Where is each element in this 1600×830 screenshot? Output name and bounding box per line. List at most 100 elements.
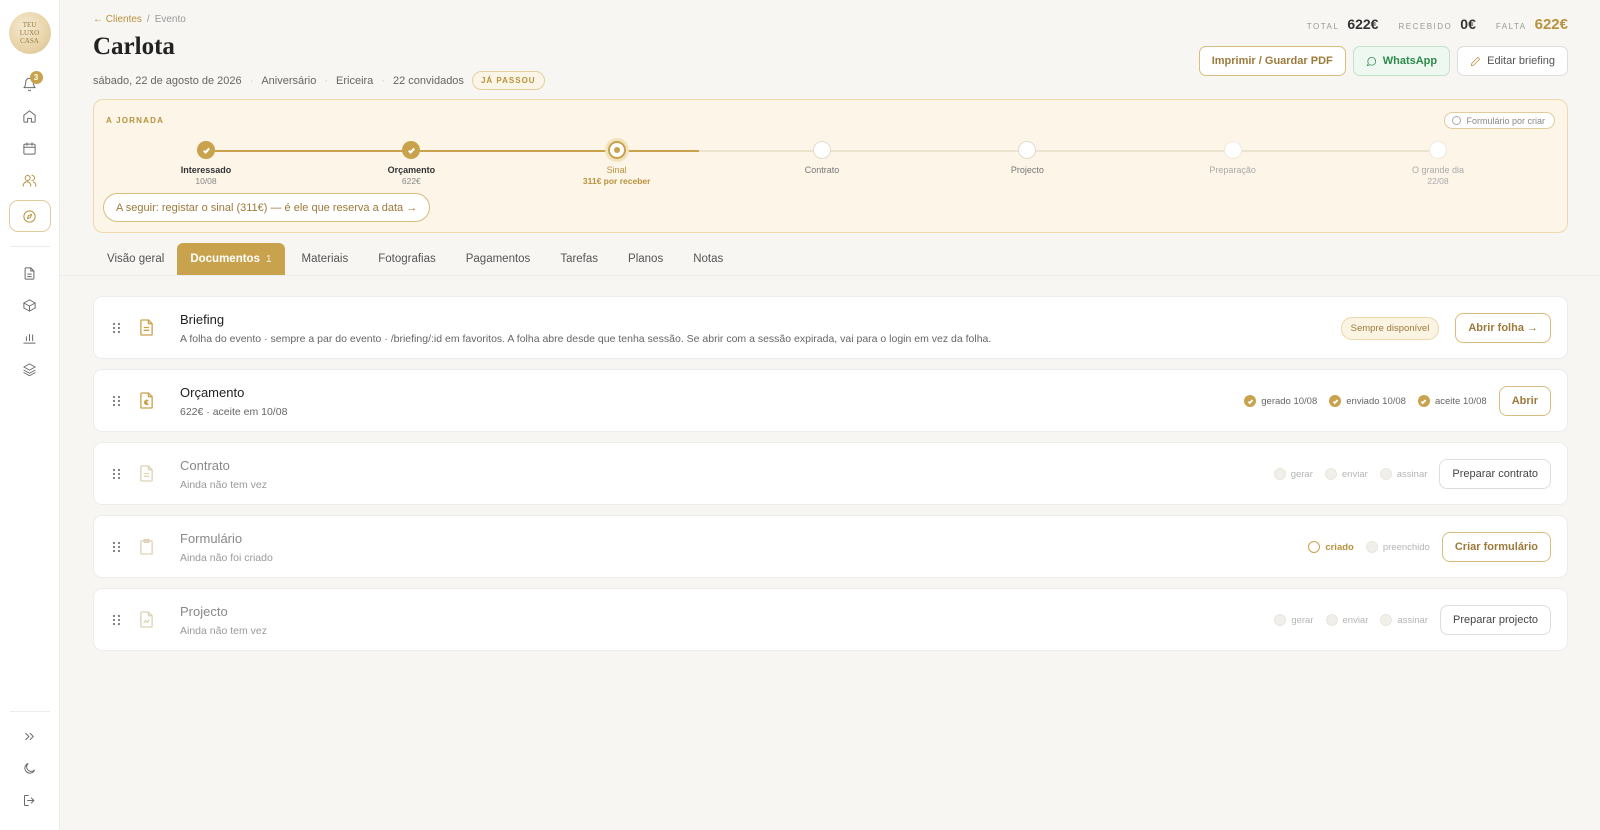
event-guests: 22 convidados (392, 74, 464, 87)
circle-icon (1308, 541, 1321, 553)
tab-documentos[interactable]: Documentos 1 (177, 243, 285, 275)
document-subtitle: Ainda não tem vez (180, 625, 267, 637)
step-label: gerar (1291, 614, 1314, 626)
print-pdf-button[interactable]: Imprimir / Guardar PDF (1198, 46, 1346, 76)
print-pdf-label: Imprimir / Guardar PDF (1211, 55, 1333, 67)
meta-dot: · (249, 74, 254, 87)
step-label: assinar (1397, 614, 1428, 626)
journey-step-7[interactable]: O grande dia 22/08 (1368, 141, 1508, 186)
document-title: Briefing (180, 312, 225, 327)
tab-count: 1 (265, 253, 272, 265)
compass-icon (23, 209, 36, 223)
sidebar: TEU LUXO CASA 3 (0, 0, 60, 830)
tab-bar: Visão geral Documentos 1 Materiais Fotografi… (60, 243, 1600, 276)
tab-tarefas[interactable]: Tarefas (560, 243, 598, 275)
document-icon (139, 319, 154, 336)
form-status-pill[interactable]: Formulário por criar (1444, 112, 1555, 129)
nav-reports[interactable] (12, 322, 48, 352)
step-send: enviar (1324, 468, 1368, 480)
received-value: 0€ (1460, 16, 1476, 32)
main-content: ← Clientes / Evento Carlota sábado, 22 d… (60, 0, 1600, 830)
document-subtitle: 622€ · aceite em 10/08 (180, 406, 288, 418)
document-title: Projecto (180, 604, 228, 619)
chart-icon (23, 333, 36, 344)
breadcrumb-separator: / (146, 14, 150, 25)
layers-icon (23, 362, 36, 376)
empty-circle-icon (1273, 468, 1286, 480)
step-filled: preenchido (1365, 541, 1430, 553)
brand-logo[interactable]: TEU LUXO CASA (8, 12, 51, 54)
total-label: TOTAL (1306, 22, 1340, 31)
euro-document-icon (139, 392, 154, 409)
edit-briefing-button[interactable]: Editar briefing (1457, 46, 1568, 76)
journey-step-3[interactable]: Sinal 311€ por receber (547, 141, 687, 186)
step-node (1429, 141, 1447, 159)
event-header: ← Clientes / Evento Carlota sábado, 22 d… (60, 0, 1600, 98)
drag-handle-icon[interactable] (112, 467, 122, 480)
document-title: Contrato (180, 458, 230, 473)
document-card-orcamento: Orçamento 622€ · aceite em 10/08 gerado … (93, 369, 1568, 432)
journey-step-1[interactable]: Interessado 10/08 (136, 141, 276, 186)
step-detail: 311€ por receber (582, 176, 651, 186)
journey-step-2[interactable]: Orçamento 622€ (341, 141, 481, 186)
drag-handle-icon[interactable] (112, 321, 122, 334)
nav-documents[interactable] (12, 258, 48, 288)
prepare-contract-button[interactable]: Preparar contrato (1439, 459, 1551, 489)
breadcrumb-back-link[interactable]: ← Clientes (93, 14, 142, 25)
empty-circle-icon (1365, 541, 1378, 553)
tab-fotografias[interactable]: Fotografias (378, 243, 436, 275)
drag-handle-icon[interactable] (112, 540, 122, 553)
step-node (197, 141, 215, 159)
expand-sidebar-button[interactable] (12, 721, 48, 751)
document-card-projecto: Projecto Ainda não tem vez gerar enviar … (93, 588, 1568, 651)
nav-home[interactable] (12, 101, 48, 131)
journey-step-5[interactable]: Projecto (957, 141, 1097, 175)
clipboard-icon (139, 538, 154, 555)
step-name: Contrato (804, 165, 840, 175)
tab-planos[interactable]: Planos (628, 243, 663, 275)
missing-value: 622€ (1534, 16, 1568, 33)
document-subtitle: A folha do evento · sempre a par do even… (180, 333, 992, 345)
total-value: 622€ (1347, 16, 1379, 32)
journey-step-4[interactable]: Contrato (752, 141, 892, 175)
tab-visão-geral[interactable]: Visão geral (107, 243, 164, 275)
step-label: assinar (1396, 468, 1428, 480)
empty-circle-icon (1325, 614, 1338, 626)
logout-icon (24, 794, 35, 806)
whatsapp-button[interactable]: WhatsApp (1352, 46, 1451, 76)
chat-icon (1366, 56, 1376, 66)
event-type: Aniversário (261, 74, 317, 87)
tab-materiais[interactable]: Materiais (302, 243, 349, 275)
logout-button[interactable] (12, 785, 48, 815)
open-briefing-button[interactable]: Abrir folha → (1455, 313, 1551, 343)
step-generate: gerar (1273, 468, 1313, 480)
step-send: enviar (1325, 614, 1368, 626)
sidebar-divider (9, 246, 50, 247)
nav-journey[interactable] (8, 200, 51, 232)
prepare-project-button[interactable]: Preparar projecto (1440, 605, 1551, 635)
users-icon (22, 174, 37, 187)
nav-layers[interactable] (12, 354, 48, 384)
drag-handle-icon[interactable] (112, 613, 122, 626)
check-icon (1329, 395, 1342, 407)
next-action-button[interactable]: A seguir: registar o sinal (311€) — é el… (103, 193, 431, 222)
nav-materials[interactable] (12, 290, 48, 320)
circle-icon (1452, 116, 1462, 125)
nav-calendar[interactable] (12, 133, 48, 163)
notifications-button[interactable]: 3 (12, 69, 48, 99)
check-icon (407, 147, 415, 154)
tab-label: Tarefas (560, 253, 599, 265)
step-generated: gerado 10/08 (1244, 395, 1317, 407)
event-date: sábado, 22 de agosto de 2026 (93, 74, 242, 87)
journey-step-6[interactable]: Preparação (1163, 141, 1303, 175)
meta-dot: · (324, 74, 329, 87)
open-orcamento-button[interactable]: Abrir (1498, 386, 1551, 416)
tab-notas[interactable]: Notas (693, 243, 723, 275)
tab-pagamentos[interactable]: Pagamentos (466, 243, 531, 275)
nav-clients[interactable] (12, 165, 48, 195)
current-dot (613, 147, 620, 153)
create-form-button[interactable]: Criar formulário (1441, 532, 1551, 562)
theme-toggle[interactable] (12, 753, 48, 783)
drag-handle-icon[interactable] (112, 394, 122, 407)
breadcrumb-current: Evento (154, 14, 186, 25)
